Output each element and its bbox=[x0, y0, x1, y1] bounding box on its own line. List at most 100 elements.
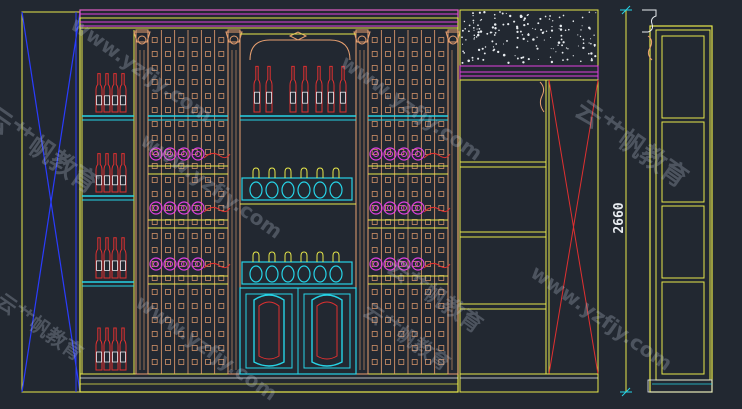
lattice-cell bbox=[178, 79, 185, 85]
hatch-dot bbox=[502, 43, 505, 45]
lattice-cell bbox=[411, 233, 418, 239]
lattice-cell bbox=[385, 121, 391, 127]
lattice-cell bbox=[218, 345, 225, 351]
lattice-cell bbox=[411, 177, 418, 183]
lattice-cell bbox=[205, 37, 211, 43]
hatch-dot bbox=[558, 16, 561, 19]
hatch-dot bbox=[479, 20, 481, 22]
hatch-dot bbox=[588, 42, 590, 44]
lattice-cell bbox=[411, 331, 418, 337]
lattice-cell bbox=[151, 65, 158, 71]
hatch-dot bbox=[502, 53, 506, 57]
lattice-cell bbox=[178, 107, 185, 113]
lattice-cell bbox=[398, 177, 405, 183]
hatch-dot bbox=[590, 52, 593, 55]
hatch-dot bbox=[557, 41, 561, 44]
lattice-cell bbox=[385, 289, 391, 295]
lattice-cell bbox=[411, 107, 418, 113]
lattice-cell bbox=[218, 191, 225, 197]
lattice-cell bbox=[165, 317, 171, 323]
lattice-cell bbox=[425, 359, 431, 365]
hatch-dot bbox=[543, 39, 545, 41]
lattice-cell bbox=[438, 303, 445, 309]
hatch-dot bbox=[527, 58, 530, 61]
hatch-dot bbox=[537, 22, 540, 25]
hatch-dot bbox=[473, 29, 475, 31]
lattice-cell bbox=[411, 93, 418, 99]
hatch-dot bbox=[507, 61, 510, 64]
hatch-dot bbox=[572, 55, 574, 57]
hatch-dot bbox=[590, 59, 593, 62]
lying-bottle bbox=[149, 201, 163, 215]
hatch-dot bbox=[468, 30, 470, 33]
hatch-dot bbox=[559, 24, 563, 28]
lattice-cell bbox=[205, 107, 211, 113]
lattice-cell bbox=[385, 191, 391, 197]
hatch-dot bbox=[577, 45, 579, 47]
lying-bottle bbox=[191, 147, 205, 161]
lattice-cell bbox=[398, 65, 405, 71]
hatch-dot bbox=[492, 46, 495, 48]
lattice-cell bbox=[425, 177, 431, 183]
center-bay bbox=[240, 31, 356, 289]
hatch-dot bbox=[478, 28, 481, 30]
lattice-cell bbox=[425, 247, 431, 253]
lattice-cell bbox=[385, 93, 391, 99]
center-rack-bottles bbox=[249, 167, 343, 283]
lattice-cell bbox=[385, 65, 391, 71]
lattice-cell bbox=[425, 51, 431, 57]
hatch-dot bbox=[516, 30, 519, 34]
lattice-cell bbox=[371, 121, 378, 127]
hatch-dot bbox=[461, 29, 464, 32]
lattice-cell bbox=[165, 345, 171, 351]
hatch-dot bbox=[527, 34, 530, 36]
lattice-cell bbox=[191, 93, 198, 99]
hatch-dot bbox=[549, 15, 551, 17]
hatch-dot bbox=[506, 39, 508, 42]
hatch-dot bbox=[588, 11, 591, 13]
lattice-cell bbox=[438, 177, 445, 183]
lattice-cell bbox=[151, 345, 158, 351]
bottle-neck-line bbox=[203, 152, 231, 159]
hatch-dot bbox=[561, 51, 564, 54]
lattice-cell bbox=[178, 135, 185, 141]
hatch-dot bbox=[522, 61, 525, 64]
hatch-dot bbox=[461, 61, 464, 64]
bottle-neck-line bbox=[423, 152, 451, 159]
hatch-dot bbox=[582, 46, 585, 50]
lattice-cell bbox=[371, 135, 378, 141]
hatch-dot bbox=[491, 26, 494, 29]
lattice-cell bbox=[371, 345, 378, 351]
lattice-cell bbox=[151, 135, 158, 141]
lattice-cell bbox=[191, 65, 198, 71]
lattice-cell bbox=[371, 191, 378, 197]
lattice-cell bbox=[438, 79, 445, 85]
lattice-cell bbox=[398, 247, 405, 253]
rack-bottle bbox=[329, 251, 343, 283]
lattice-cell bbox=[371, 289, 378, 295]
cad-elevation-drawing: 2660 bbox=[21, 5, 713, 397]
lattice-cell bbox=[218, 317, 225, 323]
lattice-cell bbox=[398, 121, 405, 127]
left-bottle-group bbox=[95, 73, 127, 371]
lying-bottle bbox=[369, 201, 383, 215]
hatch-dot bbox=[550, 48, 552, 50]
lattice-cell bbox=[151, 79, 158, 85]
lattice-cell bbox=[191, 359, 198, 365]
hatch-dot bbox=[564, 29, 567, 32]
ceiling-hatch-pattern bbox=[461, 11, 597, 64]
wine-bottle bbox=[95, 153, 103, 193]
lattice-cell bbox=[411, 359, 418, 365]
hatch-dot bbox=[516, 36, 519, 39]
hatch-dot bbox=[593, 34, 595, 36]
lattice-cell bbox=[191, 317, 198, 323]
bottle-neck-line bbox=[203, 262, 231, 269]
rack-bottle bbox=[329, 167, 343, 199]
lattice-cell bbox=[191, 247, 198, 253]
lattice-cell bbox=[191, 79, 198, 85]
lattice-cell bbox=[165, 135, 171, 141]
rack-bottle bbox=[249, 251, 263, 283]
lattice-cell bbox=[191, 135, 198, 141]
hatch-dot bbox=[472, 22, 475, 24]
lattice-cell bbox=[165, 37, 171, 43]
